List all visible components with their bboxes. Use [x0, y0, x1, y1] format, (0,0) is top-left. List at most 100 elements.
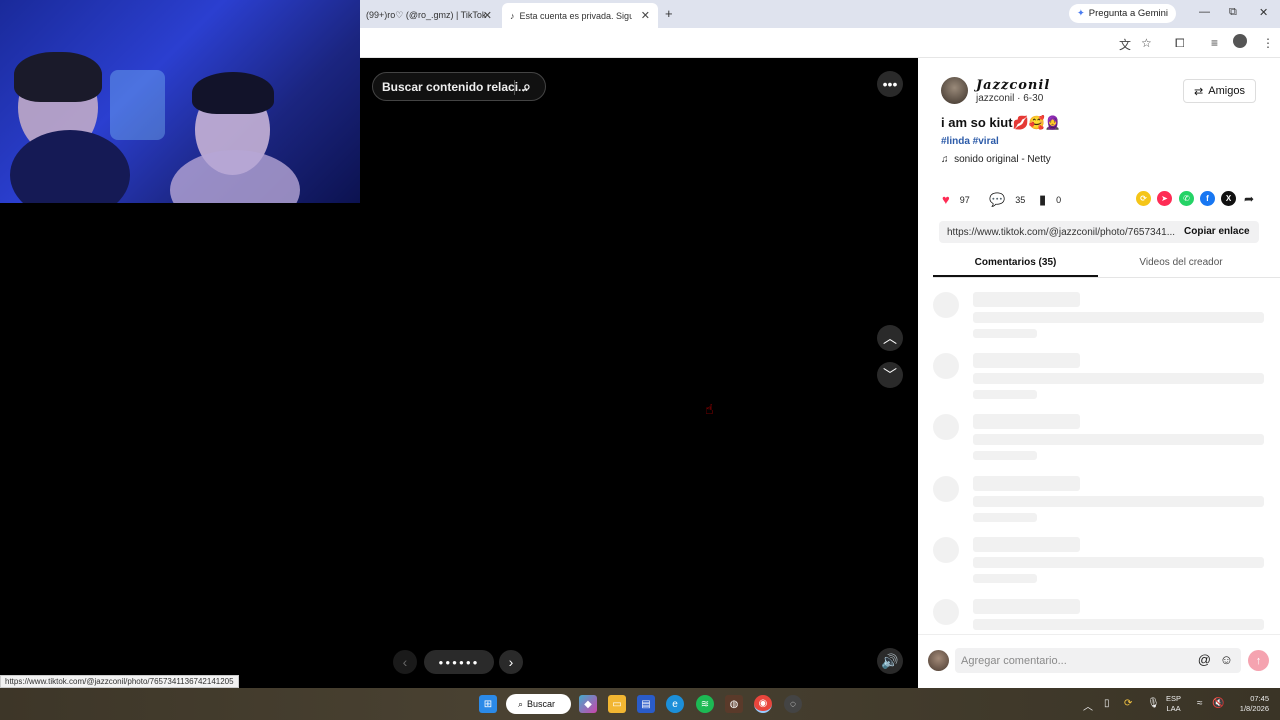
taskbar-search[interactable]: ⌕ Buscar — [506, 694, 571, 714]
windows-start-icon[interactable]: ⊞ — [479, 695, 497, 713]
tab-title: (99+)ro♡ (@ro_.gmz) | TikTok — [366, 10, 487, 20]
spotify-icon[interactable]: ≋ — [696, 695, 714, 713]
taskbar-search-label: Buscar — [527, 699, 556, 709]
hand-cursor-icon: ☝ — [705, 401, 714, 417]
creator-username[interactable]: jazzconil — [976, 93, 1014, 104]
skeleton-line — [973, 513, 1037, 522]
skeleton-line — [973, 312, 1264, 323]
skeleton-avatar — [933, 599, 959, 625]
language-code: ESP — [1166, 694, 1182, 703]
restore-icon[interactable]: ⧉ — [1229, 6, 1237, 19]
extensions-icon[interactable]: ⧠ — [1175, 36, 1185, 51]
status-url: https://www.tiktok.com/@jazzconil/photo/… — [0, 675, 239, 688]
previous-photo-button[interactable]: ‹ — [393, 650, 417, 674]
skeleton-line — [973, 557, 1264, 568]
post-comment-button[interactable]: ↑ — [1248, 650, 1269, 671]
chevron-up-icon[interactable]: ︿ — [877, 325, 903, 351]
profile-avatar[interactable] — [1233, 34, 1247, 48]
heart-icon: ♥ — [942, 192, 950, 207]
wifi-icon[interactable]: ≈ — [1197, 698, 1203, 709]
next-photo-button[interactable]: › — [499, 650, 523, 674]
share-arrow-icon[interactable]: ➦ — [1244, 192, 1254, 206]
search-divider — [514, 80, 515, 95]
system-clock[interactable]: 07:45 1/8/2026 — [1231, 694, 1269, 714]
comment-button[interactable]: 💬 35 — [989, 192, 1025, 208]
close-window-icon[interactable]: ✕ — [1259, 6, 1268, 19]
sparkle-icon: ✦ — [1076, 8, 1085, 19]
skeleton-line — [973, 451, 1037, 460]
file-explorer-icon[interactable]: ▭ — [608, 695, 626, 713]
whatsapp-icon[interactable]: ✆ — [1179, 191, 1194, 206]
creator-avatar[interactable] — [941, 77, 968, 104]
store-icon[interactable]: ▤ — [637, 695, 655, 713]
tab-title: Esta cuenta es privada. Sigue es — [519, 10, 632, 21]
microphone-icon[interactable]: 🎙 — [1147, 698, 1160, 709]
post-date: 6-30 — [1023, 93, 1044, 104]
browser-toolbar: 文 ☆ ⧠ ≡ ⋮ — [360, 28, 1280, 58]
related-search-input[interactable]: Buscar contenido relaci... ⌕ — [372, 72, 546, 101]
copilot-icon[interactable]: ◆ — [579, 695, 597, 713]
plus-icon[interactable]: + — [665, 6, 673, 21]
post-link: https://www.tiktok.com/@jazzconil/photo/… — [947, 226, 1176, 238]
close-icon[interactable]: ✕ — [641, 9, 650, 22]
skeleton-line — [973, 353, 1080, 368]
like-button[interactable]: ♥ 97 — [942, 192, 970, 207]
x-icon[interactable]: X — [1221, 191, 1236, 206]
copy-link-button[interactable]: Copiar enlace — [1184, 226, 1250, 237]
skeleton-avatar — [933, 353, 959, 379]
comment-input[interactable]: Agregar comentario... @ ☺ — [955, 648, 1241, 673]
emoji-icon[interactable]: ☺ — [1220, 652, 1233, 667]
save-count: 0 — [1056, 195, 1062, 205]
friends-button[interactable]: ⇄ Amigos — [1183, 79, 1256, 103]
chevron-down-icon[interactable]: ﹀ — [877, 362, 903, 388]
facebook-icon[interactable]: f — [1200, 191, 1215, 206]
chrome-icon[interactable]: ◉ — [754, 695, 772, 713]
more-options-icon[interactable]: ••• — [877, 71, 903, 97]
skeleton-avatar — [933, 476, 959, 502]
tab-tiktok-profile[interactable]: (99+)ro♡ (@ro_.gmz) | TikTok ✕ — [360, 3, 500, 28]
bookmark-icon: ▮ — [1039, 192, 1047, 207]
skeleton-line — [973, 414, 1080, 429]
star-icon[interactable]: ☆ — [1141, 36, 1152, 50]
tab-divider — [933, 277, 1280, 278]
mention-icon[interactable]: @ — [1198, 652, 1211, 667]
tab-private-account[interactable]: ♪ Esta cuenta es privada. Sigue es ✕ — [502, 3, 658, 28]
skeleton-line — [973, 434, 1264, 445]
save-button[interactable]: ▮ 0 — [1039, 192, 1061, 208]
tab-comments[interactable]: Comentarios (35) — [933, 257, 1098, 268]
language-indicator[interactable]: ESP LAA — [1166, 694, 1181, 714]
photo-indicator: ●●●●●● — [424, 650, 494, 674]
chevron-up-icon[interactable]: ︿ — [1083, 698, 1093, 713]
send-icon[interactable]: ➤ — [1157, 191, 1172, 206]
creator-meta: jazzconil · 6-30 — [976, 93, 1044, 104]
webcam-overlay — [0, 0, 360, 203]
repost-icon[interactable]: ⟳ — [1136, 191, 1151, 206]
search-icon: ⌕ — [518, 698, 524, 709]
gemini-button[interactable]: ✦ Pregunta a Gemini — [1068, 4, 1176, 23]
close-icon[interactable]: ✕ — [483, 9, 492, 22]
comment-count: 35 — [1015, 195, 1026, 205]
minimize-icon[interactable]: — — [1199, 6, 1210, 18]
sound-name: sonido original - Netty — [954, 154, 1051, 165]
photo-viewer — [360, 58, 918, 688]
update-icon[interactable]: ⟳ — [1124, 698, 1132, 709]
sound-link[interactable]: ♫ sonido original - Netty — [941, 154, 1051, 165]
game-icon[interactable]: ◍ — [725, 695, 743, 713]
menu-icon[interactable]: ⋮ — [1262, 36, 1274, 50]
search-placeholder: Buscar contenido relaci... — [382, 79, 529, 94]
creator-display-name[interactable]: Jazzconil — [976, 78, 1050, 93]
post-hashtags[interactable]: #linda #viral — [941, 136, 999, 147]
tab-creator-videos[interactable]: Videos del creador — [1098, 257, 1264, 268]
comment-icon: 💬 — [989, 192, 1006, 207]
skeleton-line — [973, 537, 1080, 552]
edge-icon[interactable]: e — [666, 695, 684, 713]
volume-icon[interactable]: 🔊 — [877, 648, 903, 674]
usb-icon[interactable]: ▯ — [1104, 698, 1110, 709]
translate-icon[interactable]: 文 — [1119, 36, 1131, 53]
keyboard-layout: LAA — [1166, 704, 1181, 713]
muted-speaker-icon[interactable]: 🔇 — [1212, 698, 1224, 709]
obs-icon[interactable]: ◌ — [784, 695, 802, 713]
reading-list-icon[interactable]: ≡ — [1211, 36, 1218, 50]
skeleton-line — [973, 329, 1037, 338]
search-icon[interactable]: ⌕ — [523, 78, 531, 95]
